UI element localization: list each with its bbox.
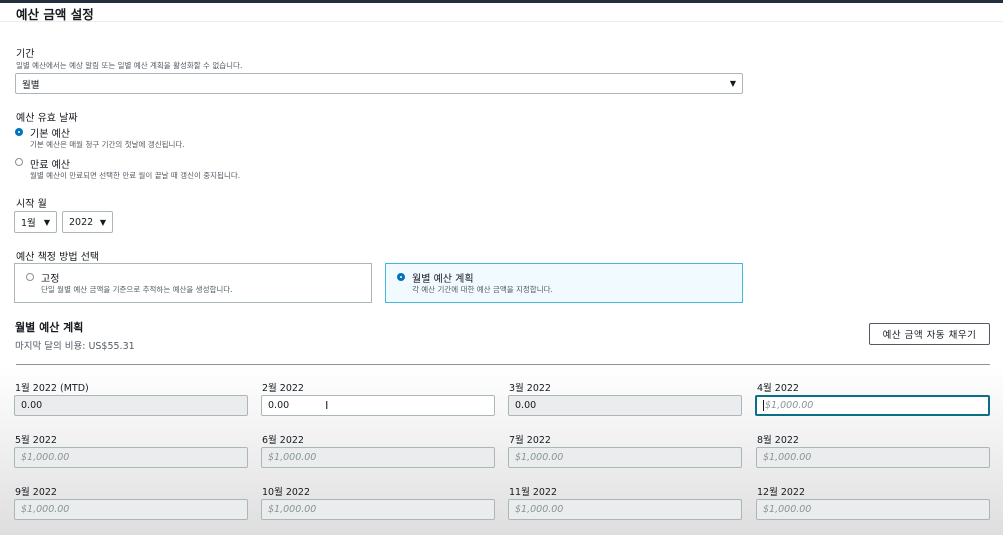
period-label: 기간 [16, 49, 35, 60]
period-select-value: 월별 [22, 79, 40, 91]
caret-down-icon: ▼ [729, 79, 736, 88]
month-placeholder-may: $1,000.00 [21, 452, 70, 463]
expiring-budget-label: 만료 예산 [30, 160, 70, 171]
header-divider [0, 21, 1003, 22]
month-input-mar[interactable]: 0.00 [508, 395, 742, 416]
start-year-value: 2022 [69, 216, 94, 228]
month-label-sep: 9월 2022 [15, 487, 57, 498]
month-placeholder-nov: $1,000.00 [515, 504, 564, 515]
top-bar [0, 0, 1003, 3]
month-label-oct: 10월 2022 [262, 487, 311, 498]
start-year-select[interactable]: 2022 ▼ [62, 211, 113, 233]
text-cursor-icon: I [325, 399, 329, 412]
radio-recurring-budget[interactable] [15, 128, 23, 136]
month-label-jan: 1월 2022 (MTD) [15, 383, 89, 394]
start-month-select[interactable]: 1월 ▼ [14, 211, 57, 233]
radio-fixed[interactable] [26, 273, 34, 281]
period-select[interactable]: 월별 ▼ [15, 73, 743, 94]
expiring-budget-description: 월별 예산이 만료되면 선택한 만료 월이 끝날 때 갱신이 중지됩니다. [30, 171, 241, 180]
month-label-dec: 12월 2022 [757, 487, 806, 498]
monthly-plan-option-label: 월별 예산 계획 [412, 274, 474, 285]
text-caret [763, 400, 764, 411]
caret-down-icon: ▼ [99, 217, 106, 227]
recurring-budget-description: 기본 예산은 매월 청구 기간의 첫날에 갱신됩니다. [30, 140, 185, 149]
radio-monthly-plan[interactable] [397, 273, 405, 281]
month-label-aug: 8월 2022 [757, 435, 799, 446]
month-label-jul: 7월 2022 [509, 435, 551, 446]
month-placeholder-jun: $1,000.00 [268, 452, 317, 463]
month-label-feb: 2월 2022 [262, 383, 304, 394]
month-placeholder-jul: $1,000.00 [515, 452, 564, 463]
month-input-nov[interactable]: $1,000.00 [508, 499, 742, 520]
plan-title: 월별 예산 계획 [15, 321, 84, 334]
month-input-sep[interactable]: $1,000.00 [14, 499, 248, 520]
caret-down-icon: ▼ [43, 217, 50, 227]
fixed-option-card[interactable]: 고정 단일 월별 예산 금액을 기준으로 추적하는 예산을 생성합니다. [14, 263, 372, 303]
renewal-label: 예산 유효 날짜 [16, 113, 78, 124]
month-input-jun[interactable]: $1,000.00 [261, 447, 495, 468]
month-input-jul[interactable]: $1,000.00 [508, 447, 742, 468]
month-input-jan[interactable]: 0.00 [14, 395, 248, 416]
radio-expiring-budget[interactable] [15, 158, 23, 166]
month-label-nov: 11월 2022 [509, 487, 558, 498]
month-label-jun: 6월 2022 [262, 435, 304, 446]
month-label-may: 5월 2022 [15, 435, 57, 446]
month-placeholder-aug: $1,000.00 [763, 452, 812, 463]
period-description: 일별 예산에서는 예상 알림 또는 일별 예산 계획을 활성화할 수 없습니다. [16, 61, 243, 70]
month-input-oct[interactable]: $1,000.00 [261, 499, 495, 520]
fixed-option-description: 단일 월별 예산 금액을 기준으로 추적하는 예산을 생성합니다. [41, 285, 233, 294]
month-label-mar: 3월 2022 [509, 383, 551, 394]
month-placeholder-sep: $1,000.00 [21, 504, 70, 515]
month-placeholder-dec: $1,000.00 [763, 504, 812, 515]
month-value-mar: 0.00 [515, 400, 537, 411]
plan-divider [16, 364, 990, 365]
fixed-option-label: 고정 [41, 274, 60, 285]
method-label: 예산 책정 방법 선택 [16, 252, 100, 263]
start-month-label: 시작 월 [16, 199, 47, 210]
month-label-apr: 4월 2022 [757, 383, 799, 394]
start-month-value: 1월 [21, 218, 36, 229]
monthly-plan-option-card[interactable]: 월별 예산 계획 각 예산 기간에 대한 예산 금액을 지정합니다. [385, 263, 743, 303]
monthly-plan-option-description: 각 예산 기간에 대한 예산 금액을 지정합니다. [412, 285, 553, 294]
month-input-feb[interactable]: 0.00 I [261, 395, 495, 416]
month-value-jan: 0.00 [21, 400, 43, 411]
month-input-aug[interactable]: $1,000.00 [756, 447, 990, 468]
recurring-budget-label: 기본 예산 [30, 129, 70, 140]
month-input-may[interactable]: $1,000.00 [14, 447, 248, 468]
autofill-budget-button[interactable]: 예산 금액 자동 채우기 [869, 323, 990, 345]
last-month-cost: 마지막 달의 비용: US$55.31 [15, 341, 135, 352]
month-input-dec[interactable]: $1,000.00 [756, 499, 990, 520]
month-value-feb: 0.00 [268, 400, 290, 411]
month-placeholder-oct: $1,000.00 [268, 504, 317, 515]
month-input-apr[interactable]: $1,000.00 [755, 395, 990, 416]
month-placeholder-apr: $1,000.00 [765, 400, 814, 411]
